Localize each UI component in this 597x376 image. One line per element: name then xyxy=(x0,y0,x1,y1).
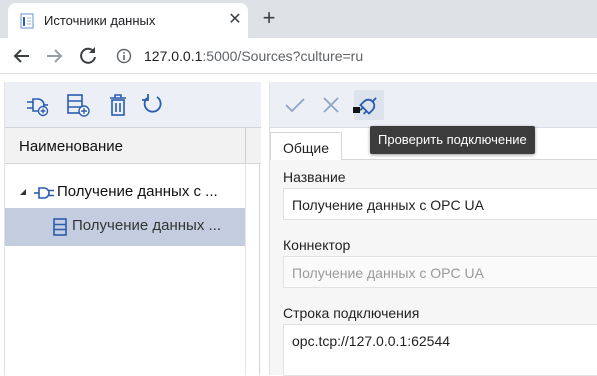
check-icon[interactable] xyxy=(282,92,308,118)
browser-tab[interactable]: Источники данных ✕ xyxy=(8,3,248,38)
tree-node-label: Получение данных с ... xyxy=(57,183,218,200)
source-icon xyxy=(53,218,67,236)
new-tab-button[interactable]: + xyxy=(258,7,280,30)
add-source-icon[interactable] xyxy=(65,92,91,118)
name-label: Название xyxy=(283,169,346,185)
add-connector-icon[interactable] xyxy=(25,92,51,118)
name-input[interactable]: Получение данных с OPC UA xyxy=(283,188,597,220)
column-separator[interactable] xyxy=(245,128,246,164)
url-path: :5000/Sources?culture=ru xyxy=(202,48,364,64)
cancel-icon[interactable] xyxy=(318,92,344,118)
connection-string-label: Строка подключения xyxy=(283,305,420,321)
tree-node-source-selected[interactable]: Получение данных ... xyxy=(5,208,245,246)
tab-title: Источники данных xyxy=(44,13,156,28)
sources-tree-panel: Наименование Получение данных с ... Полу… xyxy=(4,82,261,375)
mouse-cursor-icon xyxy=(353,107,360,113)
reload-icon[interactable] xyxy=(76,44,100,68)
test-connection-icon[interactable] xyxy=(354,90,384,120)
browser-toolbar: 127.0.0.1:5000/Sources?culture=ru xyxy=(0,38,597,74)
document-icon xyxy=(20,13,34,29)
browser-tabstrip: Источники данных ✕ + xyxy=(0,0,597,38)
details-form: Название Получение данных с OPC UA Конне… xyxy=(270,160,597,376)
expand-arrow-icon[interactable] xyxy=(20,189,26,195)
tree-node-connector[interactable]: Получение данных с ... xyxy=(5,174,245,212)
connector-field: Получение данных с OPC UA xyxy=(283,256,597,288)
connection-string-input[interactable]: opc.tcp://127.0.0.1:62544 xyxy=(283,324,597,376)
sources-tree: Получение данных с ... Получение данных … xyxy=(5,164,261,375)
close-icon[interactable]: ✕ xyxy=(226,11,244,29)
tree-node-label: Получение данных ... xyxy=(72,217,221,234)
app: Наименование Получение данных с ... Полу… xyxy=(0,75,597,376)
connector-label: Коннектор xyxy=(283,237,351,253)
address-bar[interactable]: 127.0.0.1:5000/Sources?culture=ru xyxy=(144,48,363,64)
back-arrow-icon[interactable] xyxy=(10,44,34,68)
delete-icon[interactable] xyxy=(105,92,131,118)
tree-scrollbar[interactable] xyxy=(245,164,261,375)
url-host: 127.0.0.1 xyxy=(144,48,203,64)
details-toolbar xyxy=(270,82,597,128)
test-connection-tooltip: Проверить подключение xyxy=(370,126,535,154)
forward-arrow-icon[interactable] xyxy=(42,44,66,68)
refresh-icon[interactable] xyxy=(139,92,165,118)
column-header-label: Наименование xyxy=(19,138,123,155)
column-header[interactable]: Наименование xyxy=(5,128,261,164)
tree-toolbar xyxy=(5,82,261,128)
info-icon[interactable] xyxy=(116,48,132,64)
plug-icon xyxy=(34,187,54,199)
tab-general[interactable]: Общие xyxy=(270,132,342,161)
